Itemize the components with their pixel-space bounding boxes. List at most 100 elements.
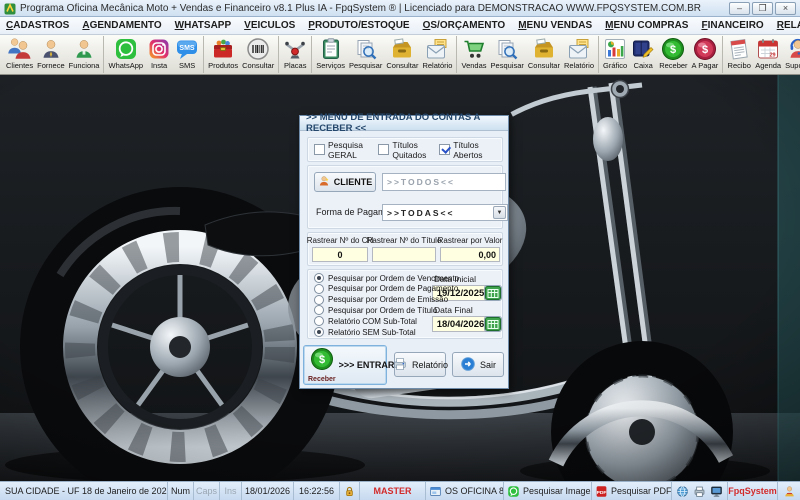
checkbox-t-tulos-abertos[interactable]: Títulos Abertos	[439, 140, 496, 160]
status-insert-text: Ins	[224, 486, 236, 496]
chevron-down-icon: ▼	[493, 206, 506, 219]
entrar-button[interactable]: $ Receber >>> ENTRAR	[303, 345, 387, 385]
radio-pesquisar-por-ordem-de-emiss-o[interactable]: Pesquisar por Ordem de Emissão	[314, 295, 448, 305]
title-bar: Programa Oficina Mecânica Moto + Vendas …	[0, 0, 800, 17]
checkbox-pesquisa-geral[interactable]: Pesquisa GERAL	[314, 140, 378, 160]
toolbar-group: ProdutosConsultar	[204, 36, 279, 73]
radio-pesquisar-por-ordem-de-vencimento[interactable]: Pesquisar por Ordem de Vencimento	[314, 273, 459, 283]
coin-red-icon: $	[693, 37, 717, 61]
data-final-field[interactable]: 18/04/2026	[432, 316, 489, 332]
receipt-icon	[727, 37, 751, 61]
toolbar-button-servi-os[interactable]: Serviços	[314, 36, 347, 73]
toolbar-button-clientes[interactable]: Clientes	[4, 36, 35, 73]
toolbar-group: Recibo29AgendaSuporte	[723, 36, 800, 73]
toolbar-button-label: Relatório	[422, 61, 452, 70]
data-inicial-calendar-button[interactable]	[484, 285, 502, 301]
toolbar-button-consultar[interactable]: Consultar	[384, 36, 420, 73]
toolbar-button-label: Consultar	[528, 61, 560, 70]
radio-pesquisar-por-ordem-de-pagamento[interactable]: Pesquisar por Ordem de Pagamento	[314, 284, 458, 294]
toolbar-button-label: Clientes	[6, 61, 33, 70]
toolbar-button-placas[interactable]: Placas	[281, 36, 309, 73]
toolbar-button-receber[interactable]: $Receber	[657, 36, 689, 73]
status-search-pdf[interactable]: PDFPesquisar PDF	[592, 482, 672, 500]
toolbar-button-label: Pesquisar	[349, 61, 382, 70]
toolbar-button-whatsapp[interactable]: WhatsApp	[106, 36, 145, 73]
menu-item-financeiro[interactable]: FINANCEIRO	[701, 20, 763, 31]
radio-relat-rio-sem-sub-total[interactable]: Relatório SEM Sub-Total	[314, 327, 416, 337]
monitor-icon[interactable]	[710, 485, 723, 498]
toolbar-button-gr-fico[interactable]: Gráfico	[601, 36, 629, 73]
rastrear-field-rastrear-por-valor[interactable]: 0,00	[440, 247, 500, 262]
menu-item-os-or-amento[interactable]: OS/ORÇAMENTO	[423, 20, 506, 31]
whatsapp-small-icon	[507, 485, 520, 498]
menu-item-menu-compras[interactable]: MENU COMPRAS	[605, 20, 688, 31]
toolbar-button-funciona[interactable]: Funciona	[67, 36, 102, 73]
radio-relat-rio-com-sub-total[interactable]: Relatório COM Sub-Total	[314, 316, 417, 326]
toolbar-button-insta[interactable]: Insta	[145, 36, 173, 73]
printer-small-icon[interactable]	[693, 485, 706, 498]
toolbar-button-label: Relatório	[564, 61, 594, 70]
toolbar-button-caixa[interactable]: Caixa	[629, 36, 657, 73]
menu-item-relat-rios[interactable]: RELATÓRIOS	[777, 20, 800, 31]
data-final-label: Data Final	[434, 305, 473, 315]
status-time: 16:22:56	[294, 482, 340, 500]
menu-item-menu-vendas[interactable]: MENU VENDAS	[518, 20, 592, 31]
toolbar-button-label: Placas	[284, 61, 307, 70]
cliente-button[interactable]: CLIENTE	[314, 172, 376, 192]
maximize-button[interactable]: ❐	[752, 2, 773, 15]
globe-icon[interactable]	[676, 485, 689, 498]
status-quick-icons[interactable]	[672, 482, 728, 500]
toolbar-button-consultar[interactable]: Consultar	[526, 36, 562, 73]
sair-button[interactable]: Sair	[452, 352, 504, 377]
toolbar-group: GráficoCaixa$Receber$A Pagar	[599, 36, 723, 73]
toolbar-button-label: Funciona	[69, 61, 100, 70]
minimize-button[interactable]: –	[729, 2, 750, 15]
toolbar-button-relat-rio[interactable]: Relatório	[420, 36, 454, 73]
menu-item-cadastros[interactable]: CADASTROS	[6, 20, 69, 31]
toolbar-group: WhatsAppInstaSMSSMS	[104, 36, 204, 73]
status-app-name[interactable]: OS OFICINA 8.1	[426, 482, 504, 500]
checkbox-t-tulos-quitados[interactable]: Títulos Quitados	[378, 140, 439, 160]
toolbar-button-label: Serviços	[316, 61, 345, 70]
rastrear-field-rastrear-n-do-ch[interactable]: 0	[312, 247, 368, 262]
checkbox-label: Pesquisa GERAL	[328, 140, 378, 160]
toolbar-button-consultar[interactable]: Consultar	[240, 36, 276, 73]
app-logo-icon	[4, 2, 16, 14]
radio-label: Pesquisar por Ordem de Pagamento	[328, 284, 458, 293]
menu-item-veiculos[interactable]: VEICULOS	[244, 20, 295, 31]
toolbar-button-fornece[interactable]: Fornece	[35, 36, 67, 73]
toolbar-button-label: Caixa	[634, 61, 653, 70]
radio-pesquisar-por-ordem-de-t-tulo[interactable]: Pesquisar por Ordem de Título	[314, 305, 437, 315]
toolbar-button-a-pagar[interactable]: $A Pagar	[690, 36, 721, 73]
cart-icon	[462, 37, 486, 61]
toolbar-button-relat-rio[interactable]: Relatório	[562, 36, 596, 73]
rastrear-field-rastrear-n-do-t-tulo[interactable]	[372, 247, 436, 262]
close-button[interactable]: ×	[775, 2, 796, 15]
menu-item-whatsapp[interactable]: WHATSAPP	[175, 20, 232, 31]
toolbar-button-pesquisar[interactable]: Pesquisar	[347, 36, 384, 73]
toolbar-button-produtos[interactable]: Produtos	[206, 36, 240, 73]
menu-item-produto-estoque[interactable]: PRODUTO/ESTOQUE	[308, 20, 409, 31]
cliente-field[interactable]: >>TODOS<<	[382, 173, 506, 191]
toolbar-button-label: Receber	[659, 61, 687, 70]
relatorio-button[interactable]: Relatório	[394, 352, 446, 377]
toolbar-button-vendas[interactable]: Vendas	[459, 36, 488, 73]
cashbook-icon	[631, 37, 655, 61]
radio-selected-icon	[314, 327, 324, 337]
toolbar-button-suporte[interactable]: Suporte	[783, 36, 800, 73]
toolbar-button-pesquisar[interactable]: Pesquisar	[489, 36, 526, 73]
forma-pagamento-select[interactable]: >>TODAS<< ▼	[382, 204, 508, 221]
chart-icon	[603, 37, 627, 61]
toolbar-button-sms[interactable]: SMSSMS	[173, 36, 201, 73]
status-search-images[interactable]: Pesquisar Imagens	[504, 482, 592, 500]
toolbar-button-agenda[interactable]: 29Agenda	[753, 36, 783, 73]
toolbar-button-label: SMS	[179, 61, 195, 70]
toolbar-button-recibo[interactable]: Recibo	[725, 36, 753, 73]
menu-item-agendamento[interactable]: AGENDAMENTO	[82, 20, 161, 31]
checkbox-box	[378, 144, 389, 155]
data-final-calendar-button[interactable]	[484, 316, 502, 332]
checkbox-panel: Pesquisa GERALTítulos QuitadosTítulos Ab…	[307, 137, 503, 162]
radio-label: Pesquisar por Ordem de Título	[328, 306, 437, 315]
application-window: Programa Oficina Mecânica Moto + Vendas …	[0, 0, 800, 500]
status-search-pdf-text: Pesquisar PDF	[611, 486, 672, 496]
